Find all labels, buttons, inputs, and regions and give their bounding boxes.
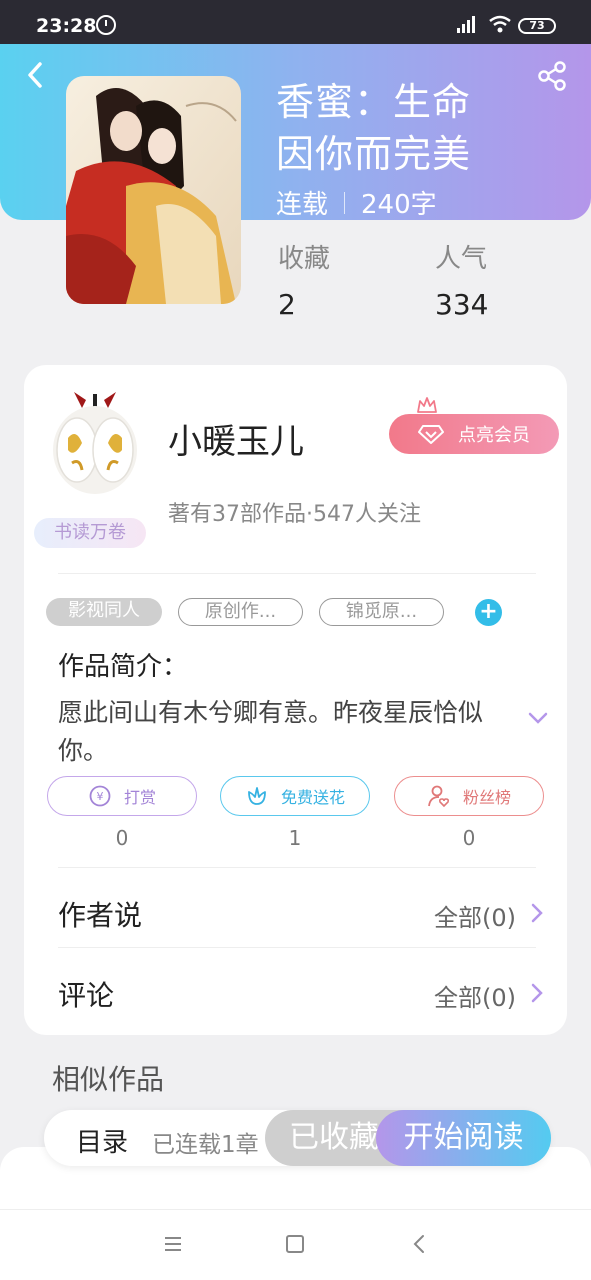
chevron-right-icon[interactable] bbox=[530, 902, 544, 924]
book-status: 连载 bbox=[276, 190, 329, 220]
send-flower-label: 免费送花 bbox=[280, 788, 345, 807]
send-flower-button[interactable]: 免费送花 bbox=[220, 776, 370, 816]
flower-count: 1 bbox=[288, 826, 302, 850]
stat-label-popularity: 人气 bbox=[435, 244, 488, 274]
svg-text:¥: ¥ bbox=[96, 790, 103, 803]
battery-icon: 73 bbox=[518, 18, 556, 34]
fan-ranking-label: 粉丝榜 bbox=[462, 788, 511, 807]
flower-icon bbox=[248, 787, 266, 805]
author-stats: 著有37部作品·547人关注 bbox=[168, 502, 421, 527]
nav-back-icon[interactable] bbox=[412, 1234, 426, 1254]
user-heart-icon bbox=[428, 785, 450, 808]
book-word-count: 240字 bbox=[361, 190, 437, 220]
fan-ranking-button[interactable]: 粉丝榜 bbox=[394, 776, 544, 816]
similar-works-title: 相似作品 bbox=[52, 1063, 165, 1096]
meta-separator bbox=[344, 191, 346, 214]
divider bbox=[58, 947, 536, 948]
author-avatar[interactable] bbox=[46, 388, 144, 498]
share-icon[interactable] bbox=[536, 60, 568, 92]
status-time: 23:28 bbox=[36, 15, 97, 37]
start-reading-button[interactable]: 开始阅读 bbox=[376, 1110, 551, 1166]
toc-progress[interactable]: 已连载1章 bbox=[152, 1125, 267, 1159]
tag-fanfic[interactable]: 影视同人 bbox=[46, 598, 162, 626]
toc-button[interactable]: 目录 bbox=[76, 1122, 128, 1159]
fan-count: 0 bbox=[462, 826, 476, 850]
intro-title: 作品简介： bbox=[58, 652, 189, 682]
tip-button[interactable]: ¥ 打赏 bbox=[47, 776, 197, 816]
status-bar: 23:28 73 bbox=[0, 0, 591, 44]
expand-chevron-icon[interactable] bbox=[527, 710, 549, 726]
menu-icon[interactable] bbox=[163, 1236, 183, 1252]
stat-value-popularity: 334 bbox=[435, 288, 489, 321]
book-meta: 连载 240字 bbox=[276, 184, 437, 221]
author-name[interactable]: 小暖玉儿 bbox=[168, 414, 304, 463]
gem-icon bbox=[418, 425, 444, 444]
back-icon[interactable] bbox=[22, 60, 48, 90]
stat-value-favorites: 2 bbox=[278, 288, 296, 321]
book-cover-image[interactable] bbox=[66, 76, 241, 304]
comments-count[interactable]: 全部(0) bbox=[434, 978, 516, 1013]
comments-label[interactable]: 评论 bbox=[58, 974, 114, 1014]
divider bbox=[58, 867, 536, 868]
crown-icon bbox=[417, 397, 437, 413]
tag-original[interactable]: 原创作... bbox=[178, 598, 303, 626]
tip-label: 打赏 bbox=[123, 788, 156, 807]
yuan-coin-icon: ¥ bbox=[89, 785, 111, 807]
author-notes-count[interactable]: 全部(0) bbox=[434, 898, 516, 933]
add-tag-button[interactable]: + bbox=[475, 599, 502, 626]
home-icon[interactable] bbox=[286, 1235, 304, 1253]
vip-activate-button[interactable]: 点亮会员 bbox=[389, 414, 559, 454]
tag-character[interactable]: 锦觅原... bbox=[319, 598, 444, 626]
author-level-badge: 书读万卷 bbox=[34, 518, 146, 548]
wifi-icon bbox=[489, 15, 511, 33]
intro-text: 愿此间山有木兮卿有意。昨夜星辰恰似你。 bbox=[58, 698, 484, 765]
stat-label-favorites: 收藏 bbox=[278, 244, 331, 274]
author-notes-label[interactable]: 作者说 bbox=[58, 894, 142, 934]
alarm-icon bbox=[96, 15, 116, 35]
chevron-right-icon[interactable] bbox=[530, 982, 544, 1004]
vip-button-label: 点亮会员 bbox=[458, 425, 530, 446]
tip-count: 0 bbox=[115, 826, 129, 850]
divider bbox=[58, 573, 536, 574]
book-title: 香蜜：生命因你而完美 bbox=[276, 80, 472, 176]
signal-icon bbox=[457, 16, 475, 33]
